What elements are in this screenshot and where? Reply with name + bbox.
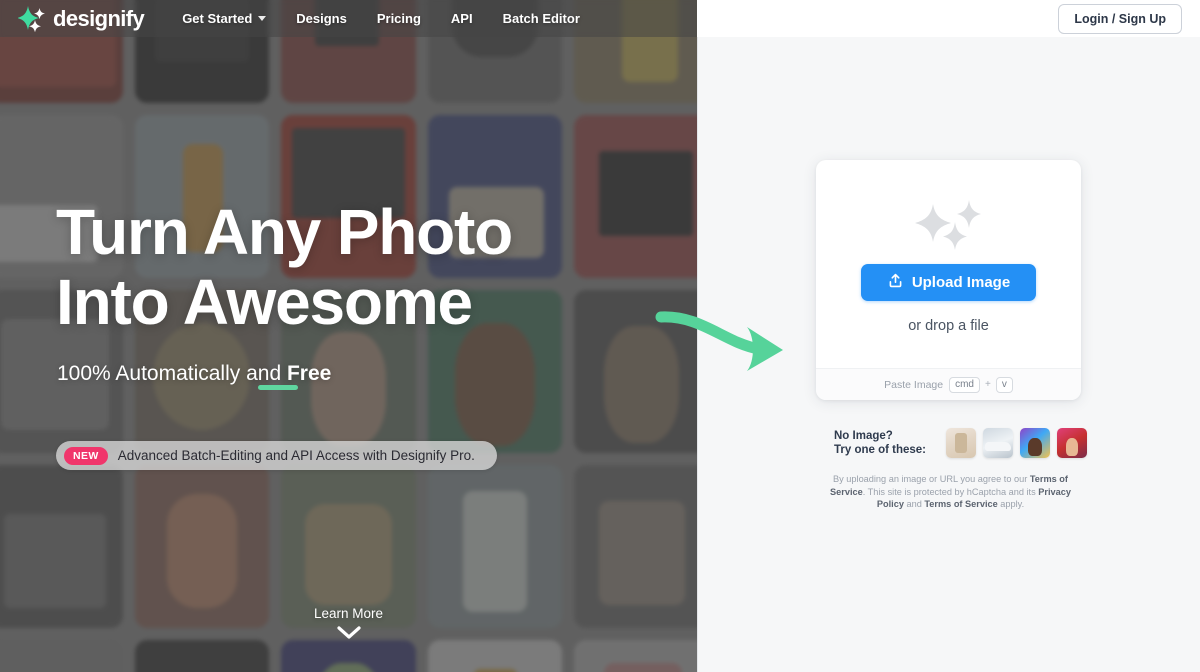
upload-card[interactable]: Upload Image or drop a file Paste Image … — [816, 160, 1081, 400]
nav-item-batch-editor[interactable]: Batch Editor — [503, 11, 580, 26]
paste-key-separator: + — [985, 379, 991, 390]
paste-label: Paste Image — [884, 378, 944, 391]
nav-item-label: Get Started — [182, 11, 253, 26]
upload-icon — [887, 272, 912, 293]
page-title: Turn Any Photo Into Awesome — [56, 196, 513, 338]
nav-item-designs[interactable]: Designs — [296, 11, 347, 26]
sample-portrait-pink[interactable] — [1057, 428, 1088, 458]
header-left: designify Get Started Designs Pricing API Ba… — [0, 0, 697, 37]
sample-product-cylinder[interactable] — [946, 428, 977, 458]
legal-text-4: apply. — [997, 499, 1025, 509]
legal-disclaimer: By uploading an image or URL you agree t… — [828, 473, 1073, 511]
upload-button-label: Upload Image — [911, 274, 1011, 291]
upload-image-button[interactable]: Upload Image — [861, 264, 1036, 301]
promo-banner[interactable]: NEW Advanced Batch-Editing and API Acces… — [56, 441, 497, 470]
sparkle-icon — [17, 5, 46, 32]
terms-of-service-link-2[interactable]: Terms of Service — [924, 499, 997, 509]
drop-file-text: or drop a file — [908, 318, 989, 334]
sample-images-label: No Image? Try one of these: — [834, 429, 926, 457]
sample-portrait-colorful[interactable] — [1020, 428, 1051, 458]
hero-content: Turn Any Photo Into Awesome 100% Automat… — [0, 0, 697, 672]
sample-label-line-1: No Image? — [834, 430, 893, 442]
paste-image-hint: Paste Image cmd + v — [816, 368, 1081, 400]
sample-images-section: No Image? Try one of these: — [834, 428, 1088, 458]
site-header: designify Get Started Designs Pricing API Ba… — [0, 0, 1200, 37]
nav-item-get-started[interactable]: Get Started — [182, 11, 267, 26]
headline-line-2: Into Awesome — [56, 266, 473, 338]
login-signup-button[interactable]: Login / Sign Up — [1058, 3, 1182, 34]
hero-subtitle: 100% Automatically and Free — [57, 362, 331, 386]
promo-banner-text: Advanced Batch-Editing and API Access wi… — [117, 448, 475, 463]
legal-text-1: By uploading an image or URL you agree t… — [833, 474, 1030, 484]
new-badge: NEW — [64, 446, 108, 465]
nav-item-pricing[interactable]: Pricing — [377, 11, 421, 26]
logo-text: designify — [53, 5, 145, 31]
paste-key-v: v — [995, 376, 1013, 393]
designify-landing-page: Turn Any Photo Into Awesome 100% Automat… — [0, 0, 1200, 672]
nav-item-label: Pricing — [376, 11, 421, 26]
sample-thumbnail-list — [946, 428, 1088, 458]
free-underline-accent — [258, 385, 298, 390]
legal-text-3: and — [903, 499, 925, 509]
chevron-down-icon — [258, 16, 267, 21]
learn-more[interactable]: Learn More — [0, 606, 697, 644]
logo[interactable]: designify — [17, 5, 145, 32]
paste-key-cmd: cmd — [949, 376, 980, 393]
header-right: Login / Sign Up — [697, 0, 1200, 37]
subtitle-highlight: Free — [286, 362, 332, 385]
legal-text-2: . This site is protected by hCaptcha and… — [862, 486, 1039, 497]
sample-white-car[interactable] — [983, 428, 1014, 458]
learn-more-label: Learn More — [313, 606, 384, 621]
main-navigation: Get Started Designs Pricing API Batch Editor — [182, 11, 610, 26]
chevron-down-icon — [0, 626, 697, 644]
headline-line-1: Turn Any Photo — [56, 196, 513, 268]
sample-label-line-2: Try one of these: — [834, 444, 927, 456]
nav-item-label: Designs — [296, 11, 347, 26]
curved-arrow-pointer — [655, 305, 795, 390]
subtitle-prefix: 100% Automatically and — [57, 362, 287, 385]
nav-item-label: Batch Editor — [502, 11, 580, 26]
nav-item-api[interactable]: API — [451, 11, 473, 26]
nav-item-label: API — [450, 11, 473, 26]
hero-section: Turn Any Photo Into Awesome 100% Automat… — [0, 0, 697, 672]
sparkles-icon — [911, 198, 987, 250]
